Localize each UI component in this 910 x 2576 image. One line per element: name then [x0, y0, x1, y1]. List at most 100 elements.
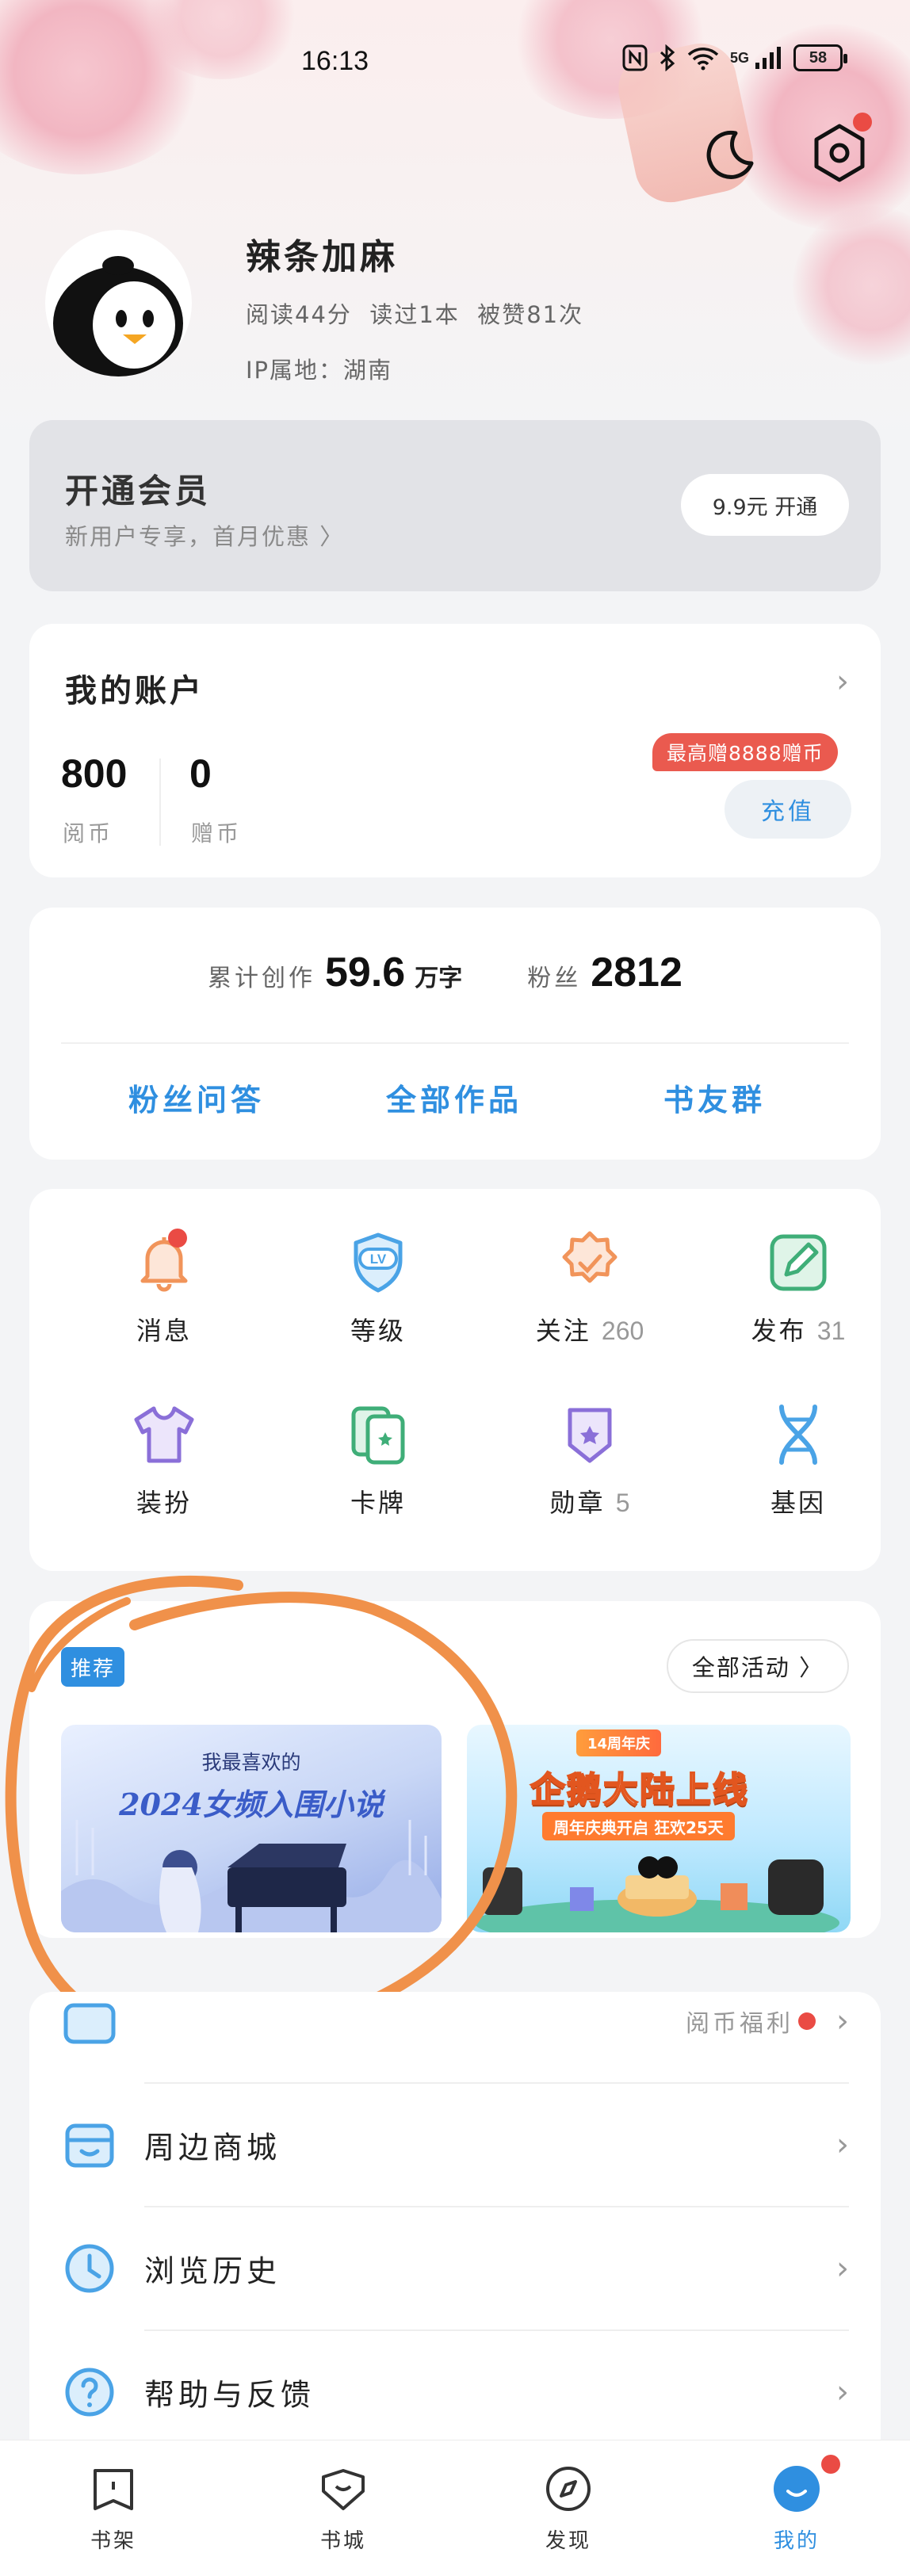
total-creation-value: 59.6 [325, 950, 406, 996]
menu-history-chevron-icon: › [836, 2250, 849, 2287]
clock-icon [65, 2244, 114, 2293]
grid-item-dressup[interactable]: 装扮 [93, 1399, 235, 1519]
compass-icon [546, 2467, 591, 2511]
bottom-tab-bar: 书架 书城 发现 我的 [0, 2440, 910, 2576]
total-creation-label: 累计创作 [208, 965, 315, 992]
banner2-subtitle: 周年庆典开启 狂欢25天 [542, 1812, 735, 1840]
grid-count-publish: 31 [816, 1317, 846, 1345]
tab-discover[interactable]: 发现 [505, 2464, 632, 2554]
messages-notification-dot [168, 1229, 187, 1248]
menu-row-help[interactable]: 帮助与反馈 › [29, 2331, 881, 2440]
vip-open-button[interactable]: 9.9元 开通 [681, 474, 849, 536]
network-type: 5G [730, 49, 750, 66]
follow-badge-icon [562, 1231, 618, 1283]
dna-icon [779, 1405, 817, 1465]
grid-label-messages: 消息 [136, 1316, 192, 1346]
grid-item-medals[interactable]: 勋章 5 [518, 1399, 661, 1519]
edit-icon [770, 1234, 827, 1291]
menu-label-history: 浏览历史 [144, 2253, 281, 2289]
all-works-link[interactable]: 全部作品 [386, 1076, 522, 1119]
bookstore-icon [322, 2469, 365, 2510]
bookshelf-icon [94, 2469, 133, 2510]
banner2-badge: 14周年庆 [576, 1729, 662, 1756]
gift-coins-label: 赠币 [191, 820, 243, 847]
avatar[interactable] [45, 230, 192, 376]
night-mode-icon[interactable] [700, 127, 755, 182]
gift-coins-value: 0 [189, 751, 212, 796]
tab-bookstore[interactable]: 书城 [280, 2464, 407, 2554]
grid-label-dressup: 装扮 [136, 1488, 192, 1518]
wallet-icon [63, 2003, 116, 2044]
vip-card[interactable]: 开通会员 新用户专享，首月优惠 〉 9.9元 开通 [29, 420, 881, 591]
menu-merch-chevron-icon: › [836, 2127, 849, 2163]
grid-item-publish[interactable]: 发布 31 [727, 1227, 870, 1347]
total-creation-unit: 万字 [415, 965, 463, 992]
fans-value: 2812 [591, 950, 682, 996]
settings-icon[interactable] [811, 123, 868, 183]
fans-label: 粉丝 [527, 965, 582, 992]
coin-welfare-dot [798, 2012, 816, 2030]
read-coins-label: 阅币 [63, 820, 114, 847]
menu-row-history[interactable]: 浏览历史 › [29, 2207, 881, 2329]
svg-text:LV: LV [370, 1252, 387, 1267]
status-icons: 5G 58 [622, 44, 848, 71]
recharge-button[interactable]: 充值 [725, 780, 851, 839]
grid-label-gene: 基因 [770, 1488, 826, 1518]
tab-label-discover: 发现 [545, 2529, 591, 2553]
help-icon [65, 2368, 114, 2417]
level-icon: LV [354, 1233, 403, 1293]
book-friends-group-link[interactable]: 书友群 [663, 1076, 766, 1119]
grid-item-cards[interactable]: 卡牌 [307, 1399, 449, 1519]
fans-qa-link[interactable]: 粉丝问答 [128, 1076, 265, 1119]
grid-count-follow: 260 [601, 1317, 644, 1345]
bell-icon [140, 1237, 188, 1292]
vip-subtitle: 新用户专享，首月优惠 〉 [65, 523, 345, 550]
read-coins-value: 800 [61, 751, 128, 796]
me-tab-notification-dot [821, 2455, 840, 2474]
creator-divider [61, 1042, 849, 1044]
grid-item-gene[interactable]: 基因 [727, 1399, 870, 1519]
menu-list-card: 阅币福利 › 周边商城 › 浏览历史 › 帮助与反馈 › [29, 1992, 881, 2440]
tab-label-me: 我的 [773, 2529, 820, 2553]
grid-item-level[interactable]: LV 等级 [307, 1227, 449, 1347]
account-card: 我的账户 › 800 阅币 0 赠币 最高赠8888赠币 充值 [29, 624, 881, 877]
all-activities-button[interactable]: 全部活动 〉 [667, 1639, 849, 1693]
creation-stats: 累计创作 59.6 万字 粉丝 2812 [208, 949, 682, 996]
menu-label-merch-store: 周边商城 [144, 2130, 281, 2165]
medal-icon [568, 1408, 612, 1463]
nfc-icon [622, 44, 648, 71]
menu-label-help: 帮助与反馈 [144, 2377, 315, 2413]
tab-bookshelf[interactable]: 书架 [50, 2464, 177, 2554]
me-icon [774, 2466, 820, 2512]
grid-item-messages[interactable]: 消息 [93, 1227, 235, 1347]
banner2-title: 企鹅大陆上线 [530, 1769, 749, 1811]
account-chevron-icon[interactable]: › [836, 663, 849, 700]
tab-me[interactable]: 我的 [733, 2464, 860, 2554]
menu-help-chevron-icon: › [836, 2374, 849, 2410]
penguin-avatar-icon [53, 256, 183, 376]
wifi-icon [687, 48, 719, 71]
grid-label-follow: 关注 [535, 1316, 591, 1346]
user-stats: 阅读44分 读过1本 被赞81次 [246, 301, 584, 328]
tab-label-bookshelf: 书架 [90, 2529, 136, 2553]
grid-label-publish: 发布 [751, 1316, 807, 1346]
coins-divider [159, 759, 161, 846]
battery-icon: 58 [793, 44, 848, 71]
store-icon [65, 2123, 114, 2168]
grid-count-medals: 5 [615, 1489, 630, 1517]
vip-title: 开通会员 [65, 472, 212, 510]
menu-row-merch-store[interactable]: 周边商城 › [29, 2084, 881, 2206]
grid-label-medals: 勋章 [549, 1488, 606, 1518]
grid-label-cards: 卡牌 [350, 1488, 406, 1518]
battery-level: 58 [809, 48, 828, 67]
menu-row-partial-chevron-icon: › [836, 2003, 849, 2039]
cards-icon [351, 1406, 405, 1465]
ip-location: IP属地：湖南 [246, 357, 393, 384]
menu-row-partial[interactable]: 阅币福利 › [29, 1992, 881, 2082]
grid-item-follow[interactable]: 关注 260 [518, 1227, 661, 1347]
creator-card: 累计创作 59.6 万字 粉丝 2812 粉丝问答 全部作品 书友群 [29, 908, 881, 1160]
settings-notification-dot [853, 113, 872, 132]
username: 辣条加麻 [246, 237, 398, 277]
grid-label-level: 等级 [350, 1316, 406, 1346]
coin-welfare-label: 阅币福利 [686, 2010, 793, 2038]
